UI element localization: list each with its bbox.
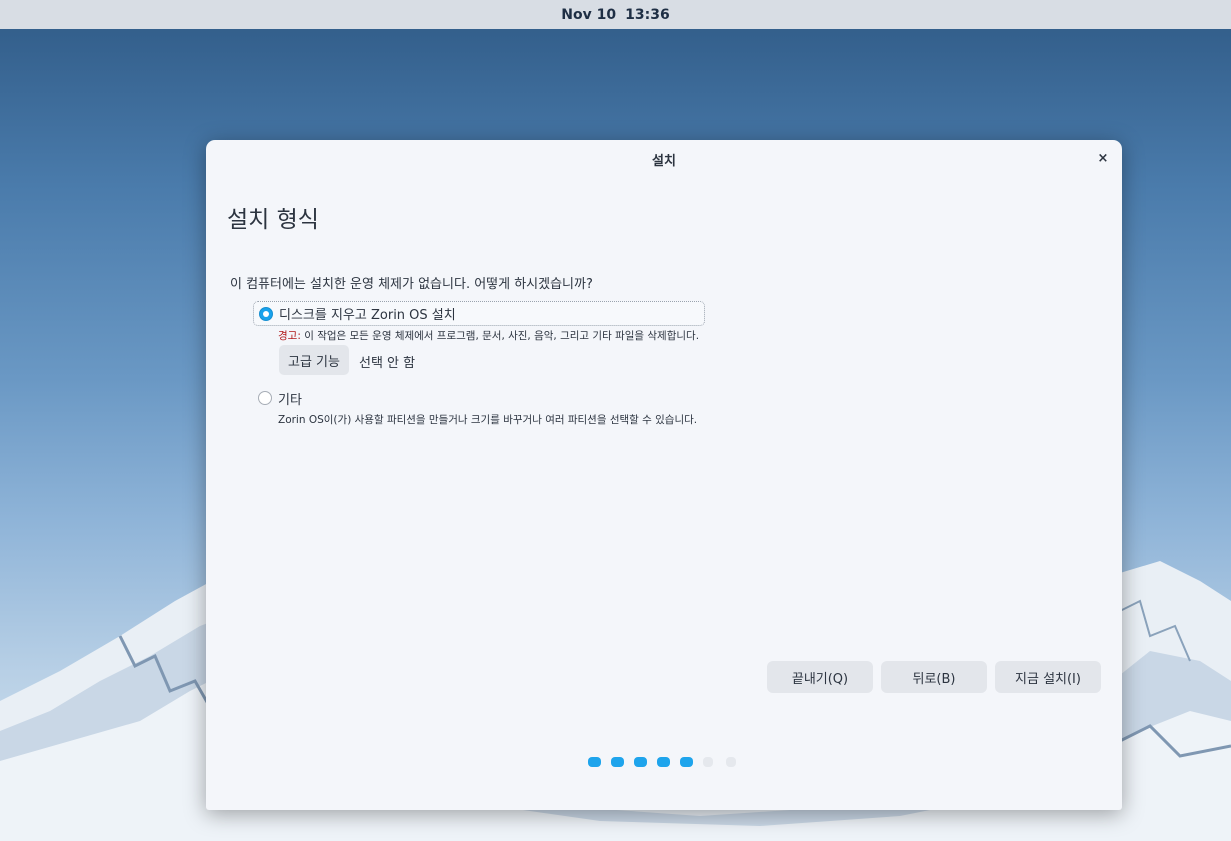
install-question: 이 컴퓨터에는 설치한 운영 체제가 없습니다. 어떻게 하시겠습니까? — [230, 277, 593, 292]
progress-dot-complete — [611, 757, 624, 767]
clock-time[interactable]: 13:36 — [625, 7, 670, 23]
installer-window: 설치 × 설치 형식 이 컴퓨터에는 설치한 운영 체제가 없습니다. 어떻게 … — [206, 140, 1122, 810]
top-bar[interactable]: Nov 10 13:36 — [0, 0, 1231, 29]
option-other-description: Zorin OS이(가) 사용할 파티션을 만들거나 크기를 바꾸거나 여러 파… — [278, 414, 698, 426]
warning-prefix: 경고: — [278, 330, 301, 342]
close-icon[interactable]: × — [1094, 149, 1112, 167]
desktop: Nov 10 13:36 설치 × 설치 형식 이 컴퓨터에는 설치한 운영 체… — [0, 0, 1231, 841]
quit-button[interactable]: 끝내기(Q) — [767, 661, 873, 693]
option-erase-disk[interactable]: 디스크를 지우고 Zorin OS 설치 — [253, 301, 705, 326]
progress-dot-complete — [657, 757, 670, 767]
radio-selected-icon[interactable] — [259, 306, 273, 321]
advanced-features-status: 선택 안 함 — [359, 356, 416, 371]
progress-dot-pending — [726, 757, 736, 767]
window-title: 설치 — [652, 153, 676, 169]
progress-dot-complete — [634, 757, 647, 767]
window-titlebar[interactable]: 설치 — [206, 140, 1122, 178]
erase-warning: 경고: 이 작업은 모든 운영 체제에서 프로그램, 문서, 사진, 음악, 그… — [278, 328, 699, 343]
warning-text: 이 작업은 모든 운영 체제에서 프로그램, 문서, 사진, 음악, 그리고 기… — [300, 330, 700, 342]
step-progress-indicator — [588, 757, 749, 767]
advanced-features-button[interactable]: 고급 기능 — [279, 345, 349, 375]
page-title: 설치 형식 — [227, 207, 319, 233]
back-button[interactable]: 뒤로(B) — [881, 661, 987, 693]
progress-dot-pending — [703, 757, 713, 767]
option-something-else[interactable]: 기타 — [258, 388, 302, 408]
option-erase-label[interactable]: 디스크를 지우고 Zorin OS 설치 — [279, 304, 456, 323]
progress-dot-complete — [588, 757, 601, 767]
radio-unselected-icon[interactable] — [258, 391, 272, 405]
clock-date[interactable]: Nov 10 — [561, 7, 616, 23]
install-now-button[interactable]: 지금 설치(I) — [995, 661, 1101, 693]
option-other-label[interactable]: 기타 — [278, 389, 302, 408]
progress-dot-complete — [680, 757, 693, 767]
